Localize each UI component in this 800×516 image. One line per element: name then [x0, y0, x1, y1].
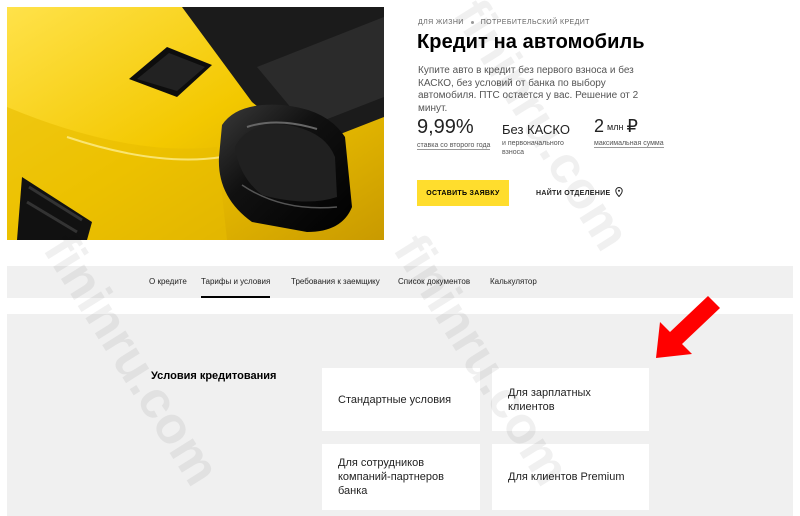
- stat-label[interactable]: ставка со второго года: [417, 141, 491, 150]
- stat-rate: 9,99% ставка со второго года: [417, 116, 491, 150]
- stat-no-kasko: Без КАСКО и первоначального взноса: [502, 122, 572, 157]
- condition-card-salary[interactable]: Для зарплатных клиентов: [492, 368, 649, 431]
- breadcrumb-item[interactable]: Потребительский кредит: [481, 19, 590, 26]
- page-description: Купите авто в кредит без первого взноса …: [418, 65, 639, 114]
- condition-card-premium[interactable]: Для клиентов Premium: [492, 444, 649, 510]
- tab-documents[interactable]: Список документов: [398, 266, 470, 298]
- tab-about[interactable]: О кредите: [149, 266, 187, 298]
- condition-card-label: Для клиентов Premium: [508, 471, 625, 483]
- tab-requirements[interactable]: Требования к заемщику: [291, 266, 380, 298]
- find-branch-label: Найти отделение: [536, 189, 611, 197]
- stat-label[interactable]: максимальная сумма: [594, 139, 664, 148]
- stat-value: Без КАСКО: [502, 122, 570, 137]
- page-title: Кредит на автомобиль: [417, 31, 645, 53]
- stat-label: и первоначального взноса: [502, 140, 564, 156]
- location-pin-icon: [615, 186, 624, 199]
- tab-calculator[interactable]: Калькулятор: [490, 266, 537, 298]
- red-arrow-icon: [652, 292, 722, 367]
- breadcrumb-item[interactable]: Для жизни: [418, 19, 464, 26]
- hero-image: [7, 7, 384, 240]
- breadcrumb-separator: [470, 20, 474, 24]
- conditions-title: Условия кредитования: [151, 370, 277, 382]
- condition-card-partners[interactable]: Для сотрудников компаний-партнеров банка: [322, 444, 480, 510]
- breadcrumb: Для жизни Потребительский кредит: [418, 19, 590, 26]
- find-branch-link[interactable]: Найти отделение: [536, 186, 624, 199]
- condition-card-label: Стандартные условия: [338, 393, 452, 406]
- condition-card-label: Для зарплатных клиентов: [508, 386, 591, 413]
- stat-value: 9,99%: [417, 116, 474, 138]
- tab-tariffs[interactable]: Тарифы и условия: [201, 266, 271, 298]
- condition-card-label: Для сотрудников компаний-партнеров банка: [338, 457, 444, 497]
- stat-value: 2 млн ₽: [594, 116, 638, 136]
- stat-max-sum: 2 млн ₽ максимальная сумма: [594, 116, 664, 148]
- apply-button[interactable]: Оставить заявку: [417, 180, 509, 206]
- condition-card-standard[interactable]: Стандартные условия: [322, 368, 480, 431]
